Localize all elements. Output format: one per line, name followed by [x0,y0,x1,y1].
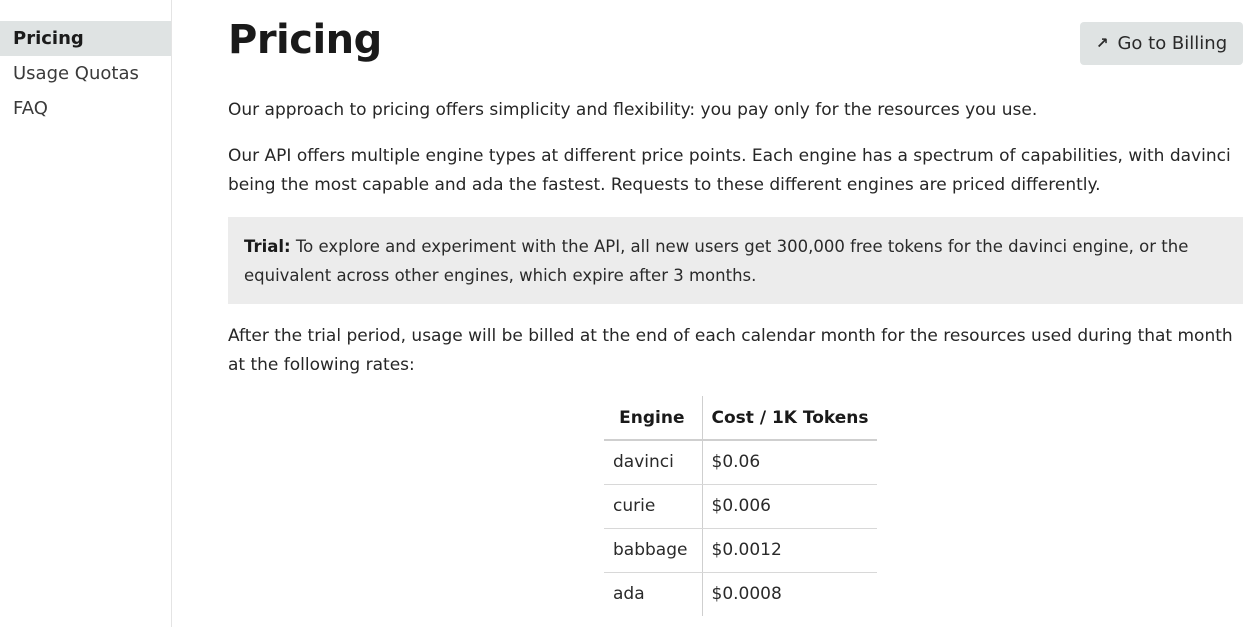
table-row: babbage $0.0012 [604,528,878,573]
sidebar-item-usage-quotas[interactable]: Usage Quotas [0,56,171,91]
column-header-cost: Cost / 1K Tokens [702,396,878,441]
page-title: Pricing [228,17,382,63]
table-row: ada $0.0008 [604,572,877,616]
trial-text: To explore and experiment with the API, … [244,237,1189,285]
engines-paragraph: Our API offers multiple engine types at … [228,146,1231,195]
cost-cell: $0.06 [702,440,878,485]
engine-cell: ada [604,572,703,616]
trial-label: Trial: [244,237,291,256]
table-row: davinci $0.06 [604,440,878,485]
sidebar-item-pricing[interactable]: Pricing [0,21,171,56]
billing-paragraph: After the trial period, usage will be bi… [228,326,1233,375]
table-row: curie $0.006 [604,484,878,529]
go-to-billing-button[interactable]: ↗ Go to Billing [1080,22,1243,65]
sidebar: Pricing Usage Quotas FAQ [0,0,172,627]
main-content: Pricing ↗ Go to Billing Our approach to … [228,0,1248,627]
app-window: Pricing Usage Quotas FAQ Pricing ↗ Go to… [0,0,1256,627]
cost-cell: $0.0012 [702,528,878,573]
go-to-billing-label: Go to Billing [1117,33,1228,54]
engine-cell: davinci [604,440,703,485]
table-header-row: Engine Cost / 1K Tokens [604,396,878,441]
column-header-engine: Engine [604,396,703,441]
arrow-up-right-icon: ↗ [1095,34,1109,52]
trial-callout: Trial: To explore and experiment with th… [228,217,1243,304]
pricing-table: Engine Cost / 1K Tokens davinci $0.06 cu… [604,396,878,616]
intro-paragraph: Our approach to pricing offers simplicit… [228,100,1038,120]
cost-cell: $0.006 [702,484,878,529]
engine-cell: babbage [604,528,703,573]
engine-cell: curie [604,484,703,529]
sidebar-item-faq[interactable]: FAQ [0,91,171,126]
cost-cell: $0.0008 [711,584,782,605]
